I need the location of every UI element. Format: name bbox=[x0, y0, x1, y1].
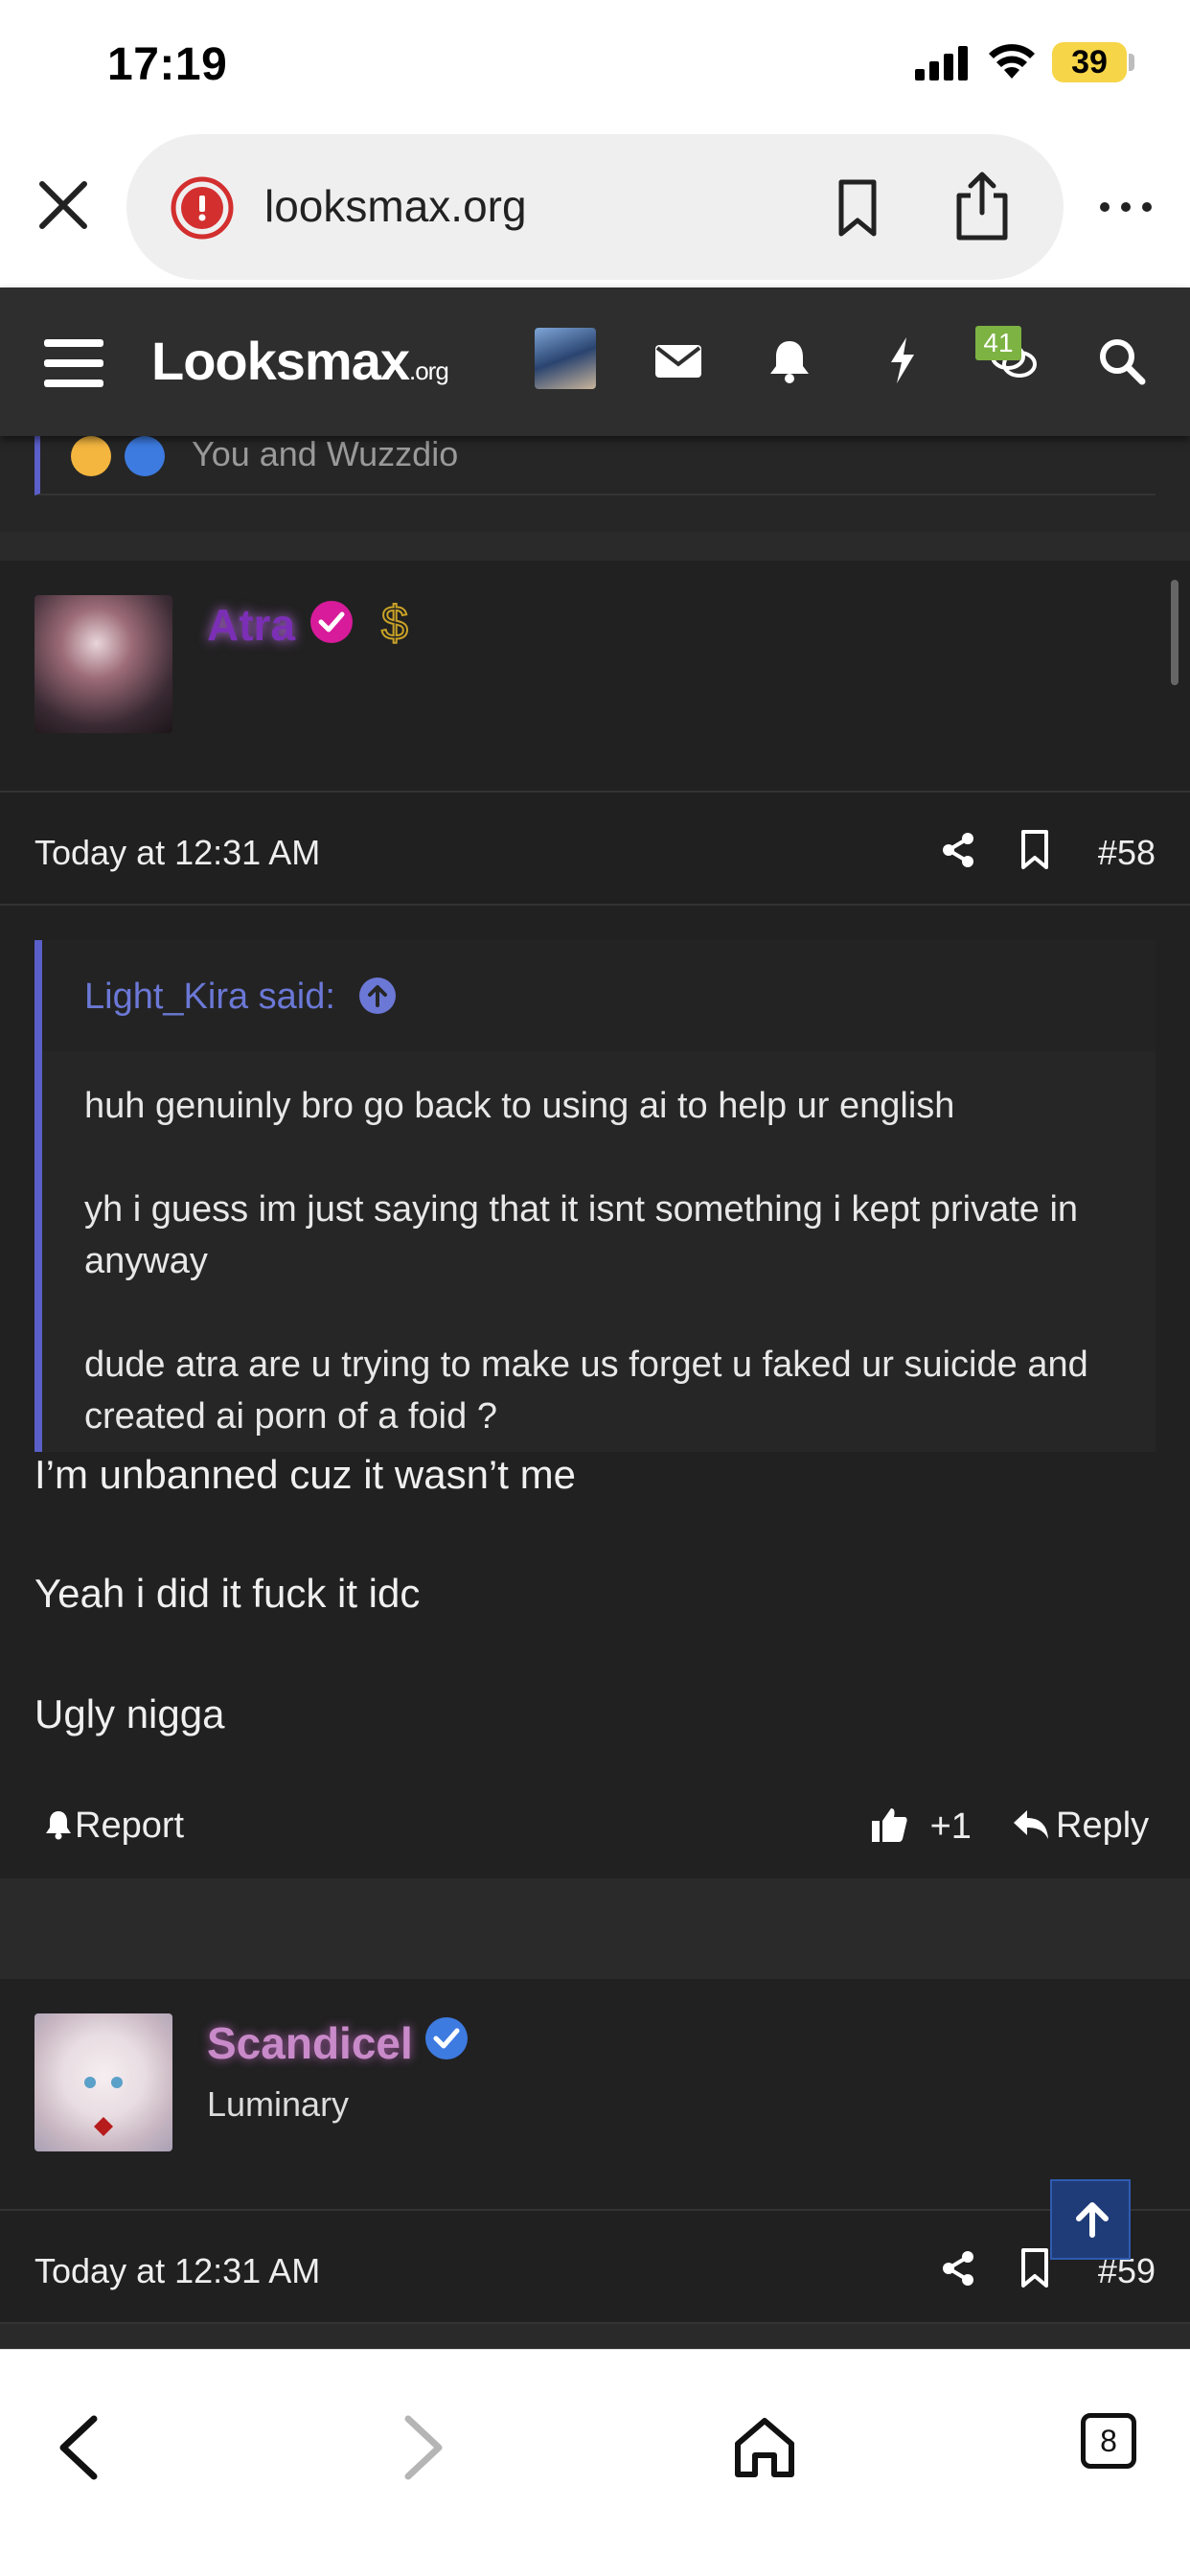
battery-tip bbox=[1129, 54, 1134, 71]
status-bar: 17:19 39 bbox=[0, 0, 1190, 134]
reply-button[interactable]: Reply bbox=[1012, 1806, 1149, 1847]
quote-author[interactable]: Light_Kira said: bbox=[84, 977, 335, 1018]
bookmark-icon[interactable] bbox=[834, 178, 881, 238]
previous-post-footer: You and Wuzzdio bbox=[0, 436, 1190, 532]
forward-icon[interactable] bbox=[387, 2413, 456, 2482]
report-label: Report bbox=[75, 1806, 185, 1846]
quote-block: Light_Kira said: huh genuinly bro go bac… bbox=[34, 940, 1156, 1473]
jump-to-quote-icon[interactable] bbox=[358, 977, 397, 1015]
reaction-bar[interactable]: You and Wuzzdio bbox=[34, 436, 1156, 495]
post-text-line: I’m unbanned cuz it wasn’t me bbox=[34, 1452, 576, 1497]
like-emoji-icon bbox=[125, 436, 165, 476]
report-button[interactable]: Report bbox=[42, 1806, 184, 1847]
logo-main: Looksmax bbox=[151, 331, 410, 391]
home-icon[interactable] bbox=[730, 2413, 799, 2482]
user-title: Luminary bbox=[207, 2084, 350, 2124]
post-number[interactable]: #58 bbox=[1098, 833, 1156, 873]
back-icon[interactable] bbox=[46, 2413, 115, 2482]
more-options-icon[interactable] bbox=[1097, 197, 1155, 217]
mail-icon[interactable] bbox=[652, 334, 705, 387]
wow-emoji-icon bbox=[71, 436, 111, 476]
post-user-row: Scandicel Luminary bbox=[0, 1979, 1190, 2209]
verified-icon bbox=[310, 601, 353, 643]
reactions-text: You and Wuzzdio bbox=[192, 436, 459, 473]
post-body: Light_Kira said: huh genuinly bro go bac… bbox=[0, 906, 1190, 1473]
post-date[interactable]: Today at 12:31 AM bbox=[34, 833, 320, 873]
bell-icon bbox=[46, 1811, 71, 1840]
like-count: +1 bbox=[929, 1806, 972, 1847]
bookmark-icon[interactable] bbox=[1019, 2247, 1050, 2289]
search-icon[interactable] bbox=[1094, 334, 1148, 387]
post-text-line: Ugly nigga bbox=[34, 1691, 225, 1736]
post-user-row: Atra $ bbox=[0, 561, 1190, 791]
like-button[interactable]: +1 bbox=[870, 1806, 972, 1848]
scrollbar[interactable] bbox=[1171, 580, 1179, 685]
cellular-signal-icon bbox=[915, 46, 968, 80]
quote-paragraph: yh i guess im just saying that it isnt s… bbox=[84, 1189, 1079, 1281]
avatar[interactable] bbox=[34, 595, 172, 733]
post-date[interactable]: Today at 12:31 AM bbox=[34, 2251, 320, 2291]
site-header: Looksmax.org 41 bbox=[0, 288, 1190, 436]
wifi-icon bbox=[989, 44, 1035, 79]
post-meta: Today at 12:31 AM #59 bbox=[0, 2209, 1190, 2324]
battery-level: 39 bbox=[1052, 42, 1127, 82]
post-message: I’m unbanned cuz it wasn’t me Yeah i did… bbox=[0, 1452, 1190, 1792]
site-logo[interactable]: Looksmax.org bbox=[151, 330, 449, 392]
bell-icon[interactable] bbox=[763, 334, 816, 387]
share-icon[interactable] bbox=[939, 831, 977, 869]
avatar-illustration bbox=[84, 2077, 123, 2136]
tabs-button[interactable]: 8 bbox=[1081, 2413, 1136, 2469]
arrow-up-icon bbox=[1076, 2202, 1109, 2238]
quote-paragraph: huh genuinly bro go back to using ai to … bbox=[84, 1086, 955, 1126]
avatar[interactable] bbox=[34, 2013, 172, 2151]
post-meta: Today at 12:31 AM #58 bbox=[0, 791, 1190, 906]
reply-label: Reply bbox=[1056, 1806, 1150, 1846]
conversations-badge: 41 bbox=[975, 326, 1021, 360]
clock: 17:19 bbox=[107, 39, 228, 90]
account-avatar[interactable] bbox=[535, 328, 596, 389]
security-warning-icon[interactable] bbox=[171, 176, 234, 240]
logo-suffix: .org bbox=[409, 356, 449, 385]
lightning-icon[interactable] bbox=[876, 334, 929, 387]
url-text[interactable]: looksmax.org bbox=[264, 180, 527, 232]
browser-bottom-bar: 8 bbox=[0, 2349, 1190, 2576]
post-text-line: Yeah i did it fuck it idc bbox=[34, 1571, 421, 1616]
quote-header: Light_Kira said: bbox=[42, 940, 1156, 1051]
username[interactable]: Scandicel bbox=[207, 2017, 413, 2069]
username[interactable]: Atra bbox=[207, 599, 295, 651]
bookmark-icon[interactable] bbox=[1019, 829, 1050, 871]
browser-toolbar: looksmax.org bbox=[0, 134, 1190, 288]
reply-icon bbox=[1014, 1810, 1048, 1839]
quote-paragraph: dude atra are u trying to make us forget… bbox=[84, 1345, 1088, 1437]
post-actions: Report +1 Reply bbox=[0, 1782, 1190, 1878]
menu-icon[interactable] bbox=[44, 337, 103, 389]
dollar-icon: $ bbox=[380, 595, 409, 651]
back-to-top-button[interactable] bbox=[1050, 2179, 1131, 2260]
close-icon[interactable] bbox=[34, 176, 92, 234]
thread-content: You and Wuzzdio Atra $ Today at 12:31 AM… bbox=[0, 436, 1190, 2349]
share-icon[interactable] bbox=[953, 171, 1011, 242]
thumbs-up-icon bbox=[872, 1808, 907, 1842]
svg-text:$: $ bbox=[381, 596, 408, 650]
verified-icon bbox=[425, 2017, 468, 2059]
share-icon[interactable] bbox=[939, 2249, 977, 2288]
